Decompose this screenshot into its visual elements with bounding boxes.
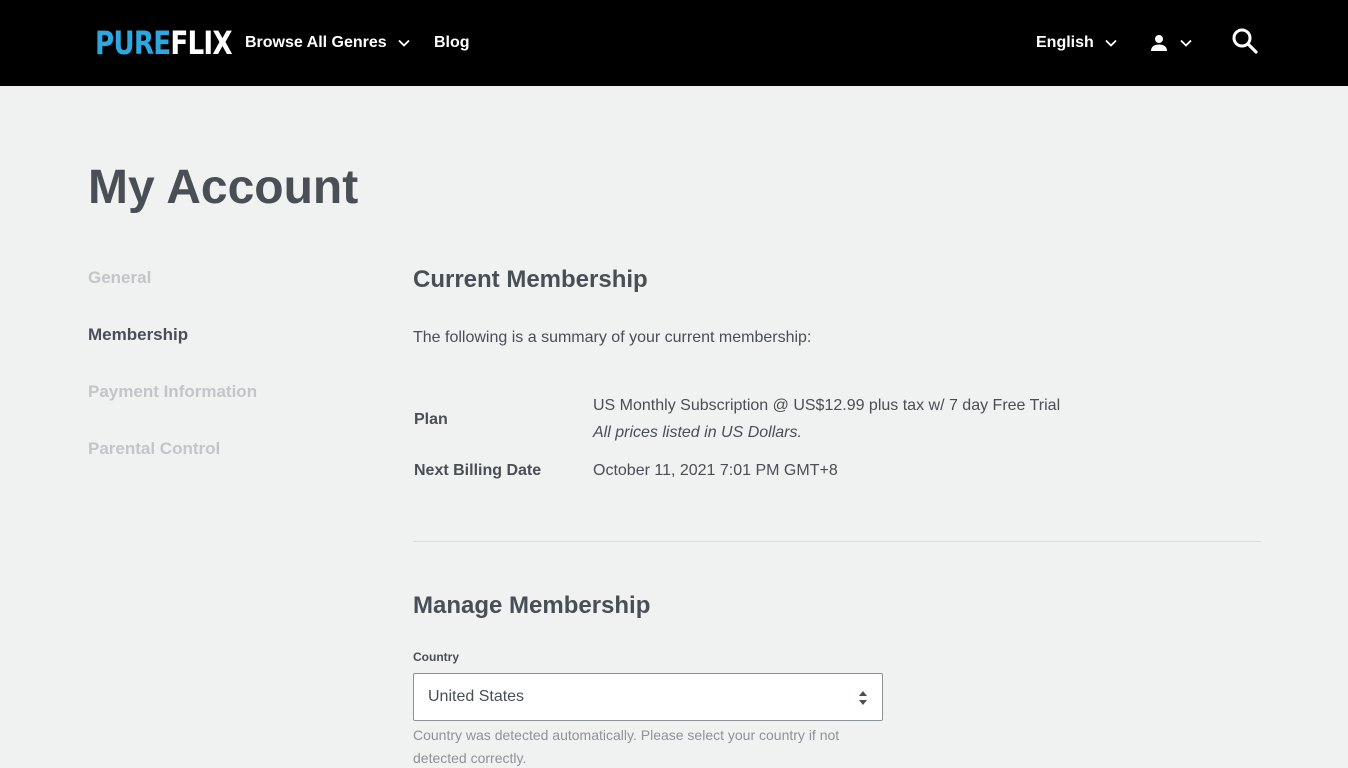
search-icon [1231,27,1259,55]
manage-membership-heading: Manage Membership [413,592,651,619]
language-label: English [1036,34,1094,51]
country-select-value: United States [428,688,525,705]
plan-value: US Monthly Subscription @ US$12.99 plus … [593,397,1061,414]
nav-browse-genres[interactable]: Browse All Genres [245,30,411,56]
next-billing-label: Next Billing Date [414,462,542,479]
search-button[interactable] [1231,28,1259,54]
logo-flix-text: FLIX [170,24,232,62]
country-select[interactable]: United States [413,673,883,721]
page-title: My Account [88,161,359,214]
plan-label: Plan [414,411,448,428]
chevron-down-icon [1179,36,1193,50]
pureflix-logo[interactable]: PURE FLIX [95,24,233,62]
site-header: PURE FLIX Browse All Genres Blog English [0,0,1348,86]
language-selector[interactable]: English [1036,30,1118,56]
select-arrows-icon [858,689,868,707]
sidebar-item-membership[interactable]: Membership [88,325,188,345]
logo-pure-text: PURE [95,24,171,62]
nav-browse-genres-label: Browse All Genres [245,34,387,51]
next-billing-value: October 11, 2021 7:01 PM GMT+8 [593,462,838,479]
membership-summary-text: The following is a summary of your curre… [413,329,812,346]
section-divider [413,541,1261,542]
nav-blog[interactable]: Blog [434,30,470,56]
country-help-text: Country was detected automatically. Plea… [413,727,840,766]
plan-currency-note: All prices listed in US Dollars. [593,424,802,441]
nav-blog-label: Blog [434,34,470,51]
sidebar-item-payment-information[interactable]: Payment Information [88,382,257,402]
sidebar-item-general[interactable]: General [88,268,151,288]
user-menu[interactable] [1149,30,1193,56]
chevron-down-icon [397,36,411,50]
chevron-down-icon [1104,36,1118,50]
user-icon [1149,33,1169,53]
current-membership-heading: Current Membership [413,266,648,293]
country-label: Country [413,650,459,664]
sidebar-item-parental-control[interactable]: Parental Control [88,439,220,459]
